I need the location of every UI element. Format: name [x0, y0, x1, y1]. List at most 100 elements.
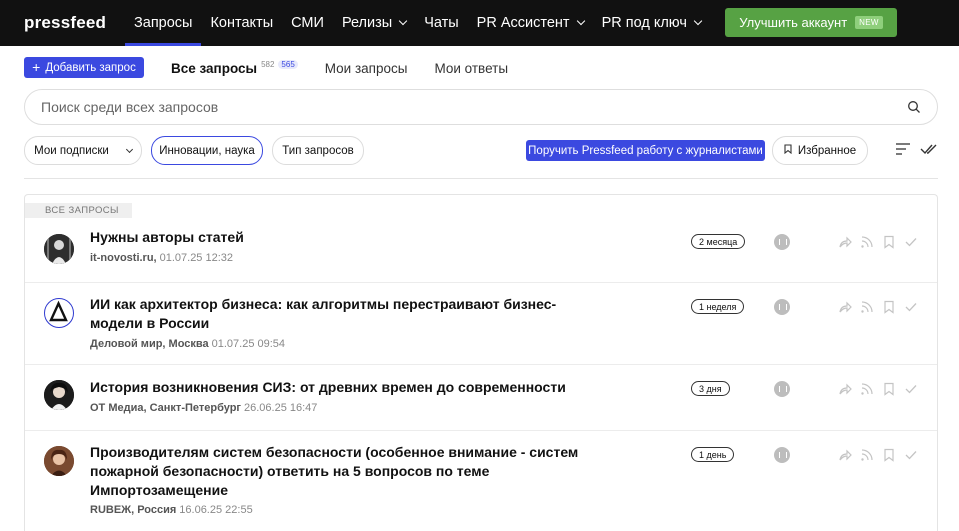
- nav-item-pr-assistant[interactable]: PR Ассистент: [468, 0, 593, 46]
- bookmark-icon[interactable]: [882, 448, 896, 462]
- share-icon[interactable]: [838, 235, 852, 249]
- new-badge: NEW: [855, 16, 883, 29]
- request-source: it-novosti.ru,: [90, 252, 157, 264]
- requests-list: ВСЕ ЗАПРОСЫ Нужны авторы статей it-novos…: [24, 194, 938, 531]
- section-label: ВСЕ ЗАПРОСЫ: [25, 203, 132, 218]
- share-icon[interactable]: [838, 382, 852, 396]
- tab-label: Все запросы: [171, 60, 258, 76]
- main-nav: Запросы Контакты СМИ Релизы Чаты PR Асси…: [125, 0, 710, 46]
- stats-icon[interactable]: [774, 299, 790, 315]
- divider: [24, 178, 938, 179]
- tab-my-requests[interactable]: Мои запросы: [325, 61, 408, 76]
- plus-icon: +: [32, 59, 41, 75]
- favorites-chip[interactable]: Избранное: [772, 136, 868, 165]
- share-icon[interactable]: [838, 300, 852, 314]
- chip-label: Мои подписки: [34, 144, 109, 157]
- stats-icon[interactable]: [774, 447, 790, 463]
- nav-label: PR Ассистент: [476, 15, 570, 31]
- bookmark-icon[interactable]: [882, 235, 896, 249]
- nav-label: PR под ключ: [601, 15, 687, 31]
- rss-icon[interactable]: [860, 382, 874, 396]
- check-icon[interactable]: [904, 382, 918, 396]
- age-badge: 2 месяца: [691, 234, 746, 249]
- check-icon[interactable]: [904, 300, 918, 314]
- share-icon[interactable]: [838, 448, 852, 462]
- age-badge: 1 неделя: [691, 299, 745, 314]
- request-date: 01.07.25 09:54: [211, 338, 286, 350]
- my-subscriptions-dropdown[interactable]: Мои подписки: [24, 136, 142, 165]
- nav-item-media[interactable]: СМИ: [282, 0, 333, 46]
- nav-label: СМИ: [291, 15, 324, 31]
- avatar: [44, 234, 74, 264]
- delegate-pressfeed-button[interactable]: Поручить Pressfeed работу с журналистами: [526, 140, 765, 161]
- add-request-label: Добавить запрос: [45, 61, 136, 74]
- chevron-down-icon: [576, 16, 585, 26]
- chip-label: Избранное: [797, 144, 857, 157]
- tab-all-requests[interactable]: Все запросы 582 565: [171, 59, 298, 76]
- nav-item-requests[interactable]: Запросы: [125, 0, 202, 46]
- sort-icon[interactable]: [895, 142, 911, 161]
- chevron-down-icon: [693, 16, 703, 26]
- stats-icon[interactable]: [774, 234, 790, 250]
- tab-count-new: 565: [278, 59, 298, 69]
- request-meta: Деловой мир, Москва 01.07.25 09:54: [90, 338, 285, 350]
- row-actions: [838, 448, 918, 462]
- main-panel: + Добавить запрос Все запросы 582 565 Мо…: [0, 46, 959, 531]
- nav-item-pr-turnkey[interactable]: PR под ключ: [593, 0, 710, 46]
- request-meta: ОТ Медиа, Санкт-Петербург 26.06.25 16:47: [90, 402, 317, 414]
- search-box: [24, 89, 938, 125]
- bookmark-icon[interactable]: [882, 382, 896, 396]
- request-source: Деловой мир, Москва: [90, 338, 209, 350]
- nav-item-releases[interactable]: Релизы: [333, 0, 415, 46]
- list-item[interactable]: Производителям систем безопасности (особ…: [25, 431, 937, 531]
- rss-icon[interactable]: [860, 448, 874, 462]
- nav-label: Релизы: [341, 15, 393, 31]
- request-meta: it-novosti.ru, 01.07.25 12:32: [90, 252, 233, 264]
- bookmark-icon[interactable]: [882, 300, 896, 314]
- list-item[interactable]: ИИ как архитектор бизнеса: как алгоритмы…: [25, 283, 937, 365]
- tab-count: 582: [261, 59, 275, 69]
- promo-label: Поручить Pressfeed работу с журналистами: [528, 144, 763, 157]
- chevron-down-icon: [125, 145, 133, 153]
- avatar: [44, 446, 74, 476]
- request-title[interactable]: ИИ как архитектор бизнеса: как алгоритмы…: [90, 295, 560, 333]
- check-icon[interactable]: [904, 448, 918, 462]
- list-item[interactable]: Нужны авторы статей it-novosti.ru, 01.07.…: [25, 217, 937, 283]
- nav-item-chats[interactable]: Чаты: [415, 0, 467, 46]
- top-navigation-bar: pressfeed Запросы Контакты СМИ Релизы Ча…: [0, 0, 959, 46]
- search-icon[interactable]: [907, 100, 921, 114]
- stats-icon[interactable]: [774, 381, 790, 397]
- list-item[interactable]: История возникновения СИЗ: от древних вр…: [25, 365, 937, 431]
- check-icon[interactable]: [904, 235, 918, 249]
- request-title[interactable]: Нужны авторы статей: [90, 228, 570, 247]
- age-badge: 3 дня: [691, 381, 730, 396]
- nav-item-contacts[interactable]: Контакты: [201, 0, 282, 46]
- chip-label: Инновации, наука: [159, 144, 255, 157]
- request-date: 01.07.25 12:32: [159, 252, 234, 264]
- rss-icon[interactable]: [860, 300, 874, 314]
- filters-bar: Мои подписки Инновации, наука Тип запрос…: [24, 136, 938, 165]
- request-date: 26.06.25 16:47: [244, 402, 318, 414]
- add-request-button[interactable]: + Добавить запрос: [24, 57, 144, 78]
- request-meta: RUBEЖ, Россия 16.06.25 22:55: [90, 504, 253, 516]
- bookmark-icon: [784, 144, 792, 157]
- request-title[interactable]: История возникновения СИЗ: от древних вр…: [90, 378, 590, 397]
- search-input[interactable]: [41, 99, 907, 115]
- chevron-down-icon: [398, 16, 408, 26]
- avatar: [44, 380, 74, 410]
- category-filter-chip[interactable]: Инновации, наука: [151, 136, 263, 165]
- request-tabs: Все запросы 582 565 Мои запросы Мои отве…: [171, 58, 535, 78]
- request-date: 16.06.25 22:55: [179, 504, 253, 516]
- request-source: ОТ Медиа, Санкт-Петербург: [90, 402, 242, 414]
- pressfeed-logo[interactable]: pressfeed: [24, 13, 106, 33]
- age-badge: 1 день: [691, 447, 735, 462]
- request-title[interactable]: Производителям систем безопасности (особ…: [90, 443, 580, 500]
- nav-label: Контакты: [210, 15, 274, 31]
- tab-my-answers[interactable]: Мои ответы: [434, 61, 508, 76]
- upgrade-account-button[interactable]: Улучшить аккаунт NEW: [725, 8, 897, 37]
- mark-all-read-icon[interactable]: [920, 142, 938, 161]
- tab-label: Мои запросы: [324, 60, 408, 76]
- request-type-chip[interactable]: Тип запросов: [272, 136, 364, 165]
- rss-icon[interactable]: [860, 235, 874, 249]
- nav-label: Чаты: [424, 15, 459, 31]
